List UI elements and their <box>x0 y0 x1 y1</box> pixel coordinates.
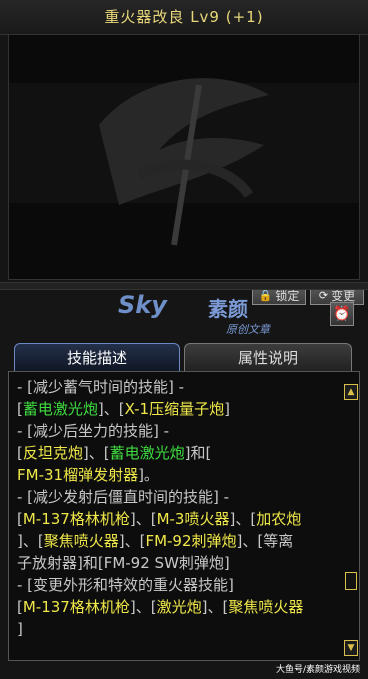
description-segment: ]、[ <box>82 444 110 462</box>
description-segment: - [减少蓄气时间的技能] - <box>17 378 185 396</box>
description-segment: ]、[ <box>229 510 257 528</box>
scrollbar-thumb[interactable] <box>345 572 357 590</box>
description-segment: 加农炮 <box>256 510 302 528</box>
description-line: - [减少蓄气时间的技能] - <box>17 376 339 398</box>
tab-skill-description-label: 技能描述 <box>66 349 127 367</box>
scroll-up-arrow-icon[interactable]: ▲ <box>344 384 358 400</box>
description-segment: ]、[ <box>129 510 157 528</box>
description-segment: ]、[ <box>129 598 157 616</box>
description-line: - [减少发射后僵直时间的技能] - <box>17 486 339 508</box>
description-segment: 子放射器]和[FM-92 SW刺弹炮] <box>17 554 230 572</box>
scroll-down-arrow-icon[interactable]: ▼ <box>344 640 358 656</box>
section-divider <box>0 282 368 290</box>
title-bar: 重火器改良 Lv9 (+1) <box>0 0 368 35</box>
description-text: - [减少蓄气时间的技能] - [蓄电激光炮]、[X-1压缩量子炮] - [减少后坐… <box>17 376 339 640</box>
skill-title: 重火器改良 Lv9 (+1) <box>104 8 264 26</box>
description-segment: FM-31榴弹发射器 <box>17 466 139 484</box>
description-line: ] <box>17 618 339 640</box>
description-segment: ]、[ <box>97 400 125 418</box>
description-segment: - [变更外形和特效的重火器技能] <box>17 576 234 594</box>
description-segment: ]。 <box>138 466 159 484</box>
description-segment: ]、[ <box>17 532 44 550</box>
description-segment: ]、[ <box>201 598 229 616</box>
description-line: ]、[聚焦喷火器]、[FM-92刺弹炮]、[等离 <box>17 530 339 552</box>
description-segment: ] <box>17 620 23 638</box>
description-segment: X-1压缩量子炮 <box>124 400 225 418</box>
description-line: [蓄电激光炮]、[X-1压缩量子炮] <box>17 398 339 420</box>
description-segment: 聚焦喷火器 <box>43 532 119 550</box>
skill-window: 重火器改良 Lv9 (+1) 🔒 锁定 ⟳ 变更 Sky 素颜 原创文章 ⏰ 技… <box>0 0 368 679</box>
description-line: - [变更外形和特效的重火器技能] <box>17 574 339 596</box>
alarm-clock-button[interactable]: ⏰ <box>330 302 354 326</box>
footer-watermark: 大鱼号/素颜游戏视频 <box>276 665 361 675</box>
description-panel[interactable]: - [减少蓄气时间的技能] - [蓄电激光炮]、[X-1压缩量子炮] - [减少后坐… <box>8 371 360 661</box>
description-segment: ] <box>224 400 230 418</box>
description-line: [M-137格林机枪]、[激光炮]、[聚焦喷火器 <box>17 596 339 618</box>
alarm-clock-icon: ⏰ <box>333 306 351 322</box>
description-line: [M-137格林机枪]、[M-3喷火器]、[加农炮 <box>17 508 339 530</box>
description-line: - [减少后坐力的技能] - <box>17 420 339 442</box>
watermark-sky: Sky <box>118 291 167 319</box>
description-segment: 聚焦喷火器 <box>228 598 304 616</box>
description-segment: - [减少后坐力的技能] - <box>17 422 170 440</box>
tab-attribute-description-label: 属性说明 <box>237 349 298 367</box>
skill-preview: 🔒 锁定 ⟳ 变更 <box>8 34 364 305</box>
description-segment: 蓄电激光炮 <box>109 444 185 462</box>
description-segment: ]、[等离 <box>236 532 294 550</box>
description-segment: ]、[ <box>118 532 146 550</box>
description-line: FM-31榴弹发射器]。 <box>17 464 339 486</box>
description-line: [反坦克炮]、[蓄电激光炮]和[ <box>17 442 339 464</box>
description-segment: M-137格林机枪 <box>22 598 130 616</box>
watermark-subtitle: 原创文章 <box>226 323 270 336</box>
description-segment: ]和[ <box>184 444 212 462</box>
description-line: 子放射器]和[FM-92 SW刺弹炮] <box>17 552 339 574</box>
description-segment: - [减少发射后僵直时间的技能] - <box>17 488 230 506</box>
watermark: Sky 素颜 原创文章 <box>118 291 333 339</box>
description-segment: 激光炮 <box>156 598 202 616</box>
description-segment: FM-92刺弹炮 <box>145 532 237 550</box>
watermark-name: 素颜 <box>208 297 248 321</box>
tab-skill-description[interactable]: 技能描述 <box>14 343 180 371</box>
description-segment: 蓄电激光炮 <box>22 400 98 418</box>
character-logo-icon <box>99 78 269 246</box>
tab-attribute-description[interactable]: 属性说明 <box>184 343 352 371</box>
description-segment: M-137格林机枪 <box>22 510 130 528</box>
description-segment: M-3喷火器 <box>156 510 230 528</box>
description-segment: 反坦克炮 <box>22 444 83 462</box>
